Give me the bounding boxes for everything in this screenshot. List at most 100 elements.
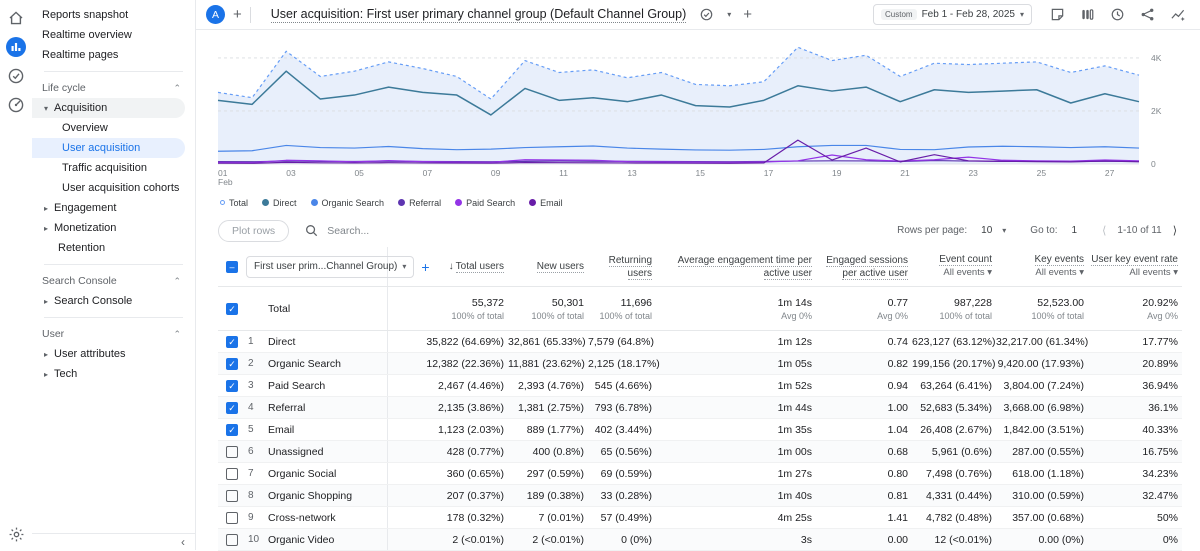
sidebar-item-realtime-pages[interactable]: Realtime pages <box>32 45 195 65</box>
channel-name[interactable]: Organic Shopping <box>268 490 352 502</box>
explore-icon[interactable] <box>6 66 26 86</box>
legend-dot-icon <box>455 199 462 206</box>
date-range-picker[interactable]: Custom Feb 1 - Feb 28, 2025 ▾ <box>873 4 1032 25</box>
row-number: 4 <box>246 402 268 413</box>
sidebar-section-search-console[interactable]: Search Console⌃ <box>32 271 195 291</box>
channel-name[interactable]: Organic Search <box>268 358 341 370</box>
metric-event-filter[interactable]: All events ▾ <box>996 267 1084 279</box>
legend-label: Organic Search <box>322 198 385 208</box>
metric-event-filter[interactable]: All events ▾ <box>912 267 992 279</box>
insights-icon[interactable] <box>1170 7 1186 22</box>
metric-value: 0 (0%) <box>588 534 656 546</box>
search-input[interactable] <box>325 224 495 238</box>
legend-item-paid-search[interactable]: Paid Search <box>455 198 515 208</box>
admin-gear-icon[interactable] <box>6 524 26 544</box>
row-checkbox[interactable]: ✓ <box>226 424 238 436</box>
column-header-label: User key event rate <box>1091 254 1178 266</box>
column-header-label: Returning users <box>609 255 652 280</box>
row-checkbox[interactable]: ✓ <box>226 380 238 392</box>
channel-name[interactable]: Organic Social <box>268 468 336 480</box>
account-avatar[interactable]: A <box>206 5 225 24</box>
select-all-checkbox[interactable]: – <box>226 261 238 273</box>
sidebar-section-life-cycle[interactable]: Life cycle⌃ <box>32 78 195 98</box>
channel-name[interactable]: Direct <box>268 336 295 348</box>
sidebar-item-user-acquisition[interactable]: User acquisition <box>32 138 185 158</box>
legend-item-organic-search[interactable]: Organic Search <box>311 198 385 208</box>
sidebar-item-retention[interactable]: Retention <box>32 238 195 258</box>
sidebar-item-search-console[interactable]: ▸Search Console <box>32 291 195 311</box>
sidebar-section-user[interactable]: User⌃ <box>32 324 195 344</box>
comparison-icon[interactable] <box>1080 7 1095 22</box>
legend-item-email[interactable]: Email <box>529 198 563 208</box>
legend-label: Email <box>540 198 563 208</box>
sidebar-item-user-acquisition-cohorts[interactable]: User acquisition cohorts <box>32 178 195 198</box>
advertising-icon[interactable] <box>6 95 26 115</box>
row-checkbox[interactable] <box>226 490 238 502</box>
row-checkbox[interactable] <box>226 468 238 480</box>
divider <box>250 7 251 23</box>
channel-name[interactable]: Unassigned <box>268 446 323 458</box>
add-tab-button[interactable]: + <box>233 7 242 22</box>
acquisition-line-chart[interactable]: 4K2K001Feb03050709111315171921232527 <box>214 36 1189 188</box>
row-checkbox[interactable] <box>226 446 238 458</box>
metric-value: 357.00 (0.68%) <box>996 512 1088 524</box>
plot-rows-button[interactable]: Plot rows <box>218 220 289 242</box>
legend-item-total[interactable]: Total <box>220 198 248 208</box>
home-icon[interactable] <box>6 8 26 28</box>
notes-icon[interactable] <box>1050 7 1065 22</box>
table-row: ✓1Direct35,822 (64.69%)32,861 (65.33%)7,… <box>218 331 1182 353</box>
sidebar-collapse[interactable]: ‹ <box>32 533 195 550</box>
share-icon[interactable] <box>1140 7 1155 22</box>
report-title-caret[interactable]: ▾ <box>727 10 731 19</box>
row-checkbox-cell <box>218 485 246 506</box>
sidebar-item-tech[interactable]: ▸Tech <box>32 364 195 384</box>
legend-item-referral[interactable]: Referral <box>398 198 441 208</box>
column-header-average-engagement-time-per-active-user[interactable]: Average engagement time per active user <box>656 254 816 280</box>
metric-value: 189 (0.38%) <box>508 490 588 502</box>
sidebar-item-label: Search Console <box>54 295 132 307</box>
row-checkbox[interactable] <box>226 534 238 546</box>
sidebar-item-realtime-overview[interactable]: Realtime overview <box>32 25 195 45</box>
column-header-new-users[interactable]: New users <box>508 260 588 273</box>
channel-name[interactable]: Email <box>268 424 294 436</box>
row-checkbox[interactable] <box>226 512 238 524</box>
add-report-button[interactable]: + <box>743 7 752 22</box>
report-title[interactable]: User acquisition: First user primary cha… <box>271 7 686 23</box>
sidebar-item-engagement[interactable]: ▸Engagement <box>32 198 195 218</box>
sidebar-item-traffic-acquisition[interactable]: Traffic acquisition <box>32 158 195 178</box>
total-row-checkbox[interactable]: ✓ <box>226 303 238 315</box>
sidebar-item-monetization[interactable]: ▸Monetization <box>32 218 195 238</box>
column-header-returning-users[interactable]: Returning users <box>588 254 656 280</box>
channel-name[interactable]: Referral <box>268 402 305 414</box>
sidebar-item-overview[interactable]: Overview <box>32 118 195 138</box>
channel-name[interactable]: Paid Search <box>268 380 325 392</box>
row-checkbox[interactable]: ✓ <box>226 336 238 348</box>
go-to-value[interactable]: 1 <box>1072 225 1078 236</box>
clock-icon[interactable] <box>1110 7 1125 22</box>
column-header-user-key-event-rate[interactable]: User key event rateAll events ▾ <box>1088 253 1182 279</box>
sidebar-item-user-attributes[interactable]: ▸User attributes <box>32 344 195 364</box>
channel-name[interactable]: Organic Video <box>268 534 334 546</box>
report-check-icon <box>700 8 713 21</box>
column-header-engaged-sessions-per-active-user[interactable]: Engaged sessions per active user <box>816 254 912 280</box>
column-header-total-users[interactable]: ↓Total users <box>388 260 508 273</box>
reports-icon[interactable] <box>6 37 26 57</box>
column-header-key-events[interactable]: Key eventsAll events ▾ <box>996 253 1088 279</box>
next-page-icon[interactable]: ⟩ <box>1170 224 1180 237</box>
rows-per-page-value[interactable]: 10 <box>981 225 992 236</box>
metric-value: 0.80 <box>816 468 912 480</box>
legend-item-direct[interactable]: Direct <box>262 198 297 208</box>
row-checkbox[interactable]: ✓ <box>226 402 238 414</box>
column-header-event-count[interactable]: Event countAll events ▾ <box>912 253 996 279</box>
prev-page-icon[interactable]: ⟨ <box>1099 224 1109 237</box>
section-title: User <box>42 328 64 340</box>
channel-name[interactable]: Cross-network <box>268 512 336 524</box>
channel-name-cell: Cross-network <box>268 507 388 528</box>
metric-event-filter[interactable]: All events ▾ <box>1088 267 1178 279</box>
metric-value: 52,683 (5.34%) <box>912 402 996 414</box>
sidebar-item-acquisition[interactable]: ▾Acquisition <box>32 98 185 118</box>
sidebar-item-reports-snapshot[interactable]: Reports snapshot <box>32 5 195 25</box>
metric-value: 4,331 (0.44%) <box>912 490 996 502</box>
rows-per-page-caret-icon[interactable]: ▾ <box>1002 226 1006 235</box>
row-checkbox[interactable]: ✓ <box>226 358 238 370</box>
